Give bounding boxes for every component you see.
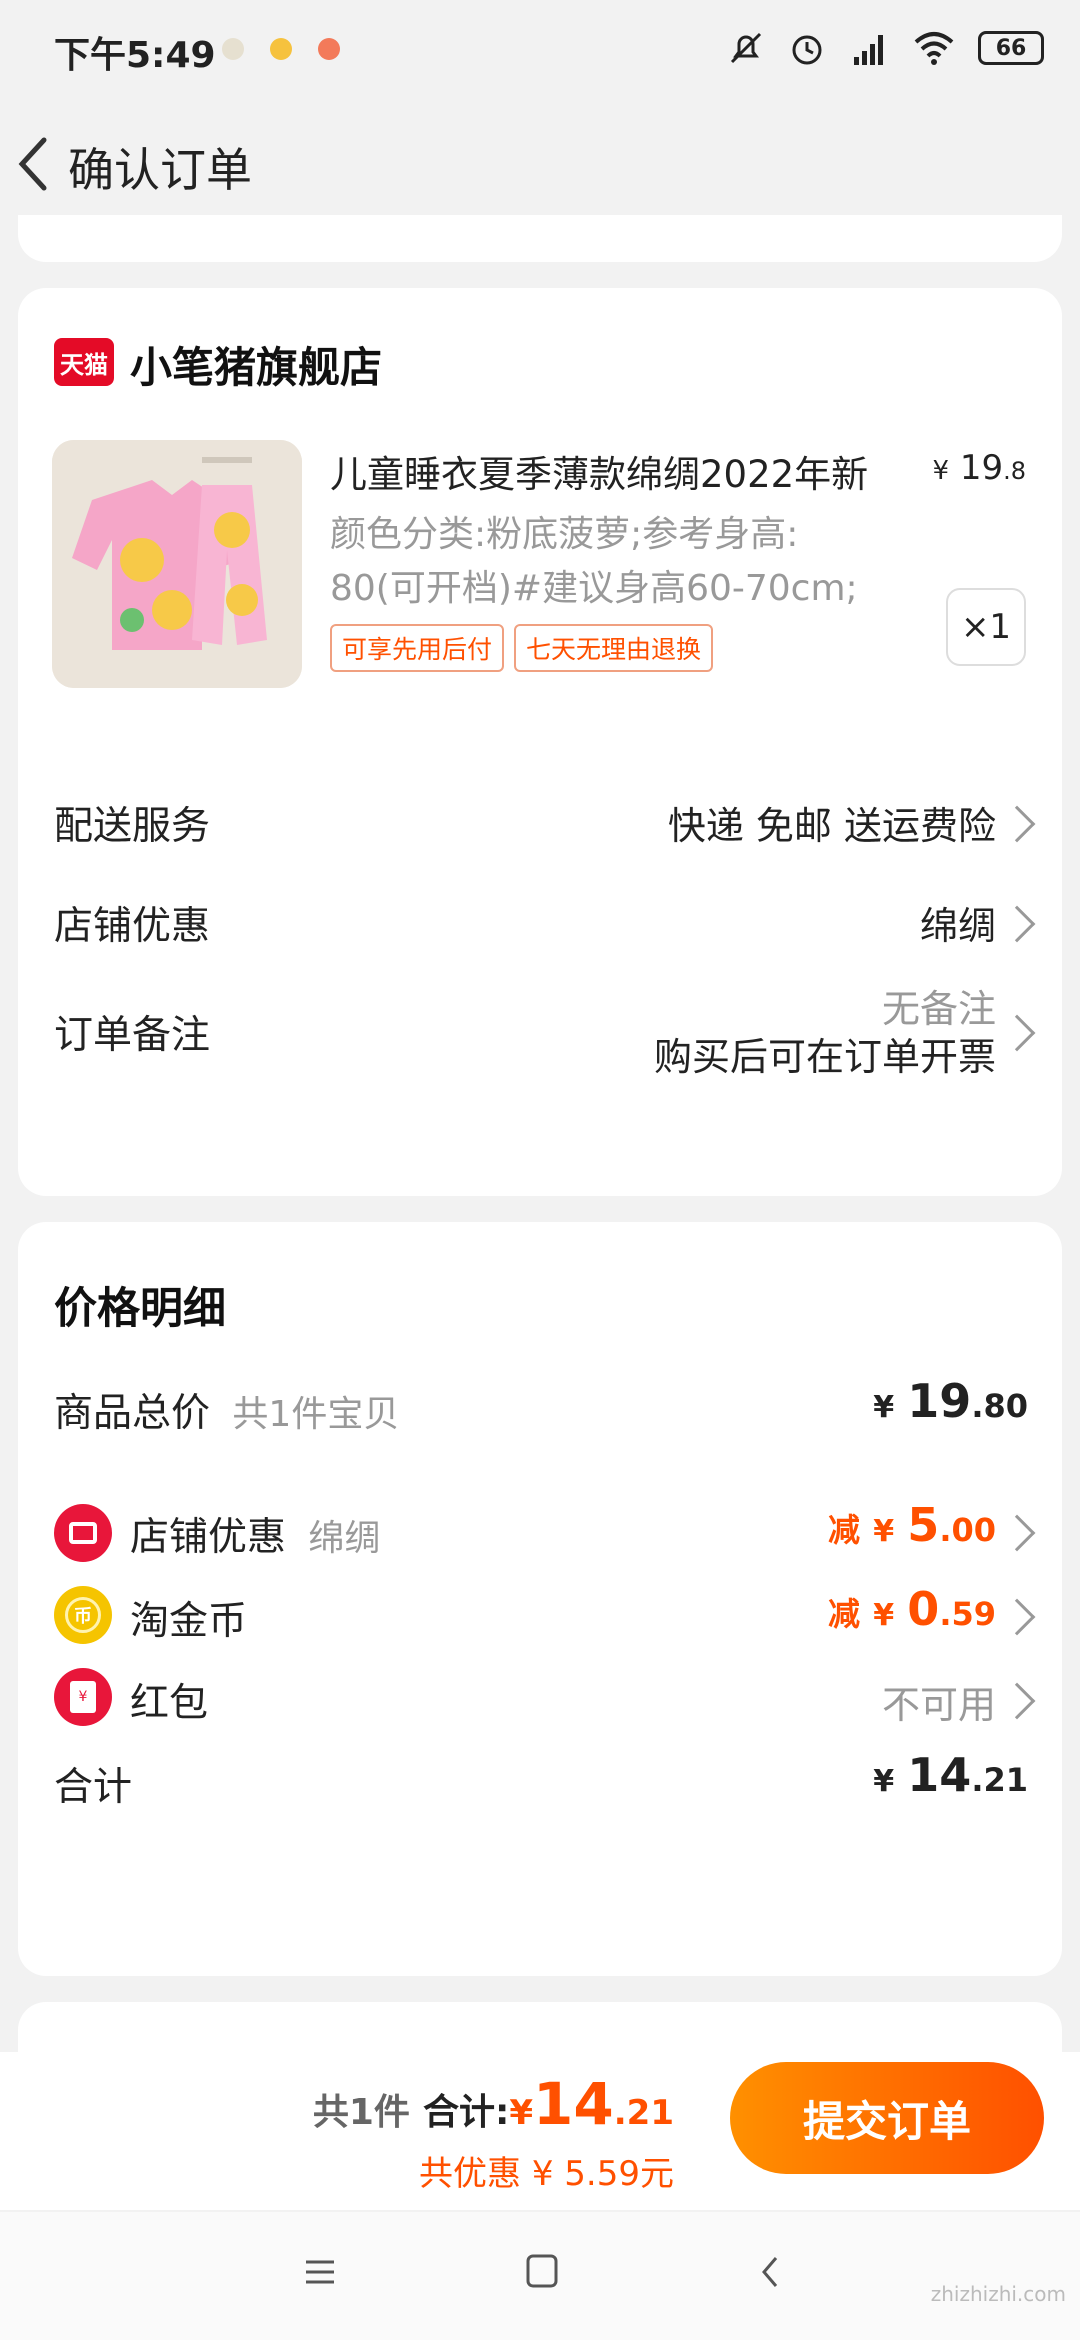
product-name[interactable]: 儿童睡衣夏季薄款绵绸2022年新 bbox=[330, 444, 920, 498]
product-price: ¥ 19.8 bbox=[932, 448, 1026, 488]
wifi-icon bbox=[914, 32, 954, 65]
tag-7day-return: 七天无理由退换 bbox=[514, 624, 714, 672]
notification-icon bbox=[318, 38, 340, 60]
shop-discount-row-label: 店铺优惠 绵绸 bbox=[130, 1506, 380, 1562]
submit-order-button[interactable]: 提交订单 bbox=[730, 2062, 1044, 2174]
currency: ¥ bbox=[873, 1514, 895, 1549]
amount-dec: .00 bbox=[939, 1511, 996, 1549]
price-currency: ¥ bbox=[932, 456, 950, 486]
price-int: 19 bbox=[959, 448, 1004, 488]
shop-discount-value[interactable]: 绵绸 bbox=[920, 895, 996, 950]
currency: ¥ bbox=[873, 1598, 895, 1633]
total-saved: 共优惠 ¥ 5.59元 bbox=[419, 2154, 674, 2194]
chevron-right-icon[interactable] bbox=[998, 1682, 1036, 1720]
previous-card-edge bbox=[18, 215, 1062, 262]
amount-int: 19 bbox=[907, 1374, 972, 1428]
status-bar: 下午5:49 66 bbox=[0, 0, 1080, 96]
tmall-badge: 天猫 bbox=[54, 338, 114, 386]
watermark: zhizhizhi.com bbox=[930, 2282, 1066, 2306]
goods-total-amount: ¥ 19.80 bbox=[873, 1374, 1028, 1428]
delivery-label: 配送服务 bbox=[54, 804, 211, 849]
goods-count: 共1件宝贝 bbox=[232, 1394, 400, 1435]
invoice-note[interactable]: 购买后可在订单开票 bbox=[654, 1026, 996, 1081]
tag-pay-later: 可享先用后付 bbox=[330, 624, 505, 672]
taojinbi-coin-icon: 币 bbox=[54, 1586, 112, 1644]
system-icons: 66 bbox=[726, 28, 1044, 68]
page-title: 确认订单 bbox=[68, 143, 252, 197]
currency: ¥ bbox=[873, 1764, 895, 1799]
system-nav-bar: zhizhizhi.com bbox=[0, 2212, 1080, 2340]
amount-dec: .21 bbox=[971, 1761, 1028, 1799]
price-detail-title: 价格明细 bbox=[54, 1284, 226, 1334]
shop-discount-text: 店铺优惠 bbox=[130, 1515, 287, 1560]
price-detail-card: 价格明细 商品总价 共1件宝贝 ¥ 19.80 店铺优惠 绵绸 减 ¥ 5.00… bbox=[18, 1222, 1062, 1976]
goods-total-label: 商品总价 共1件宝贝 bbox=[54, 1382, 399, 1438]
shop-coupon-icon bbox=[54, 1504, 112, 1562]
page-header: 确认订单 bbox=[0, 100, 1080, 230]
shop-discount-sub: 绵绸 bbox=[308, 1518, 381, 1559]
goods-total-text: 商品总价 bbox=[54, 1391, 211, 1436]
menu-icon[interactable] bbox=[302, 2254, 338, 2290]
delivery-value[interactable]: 快递 免邮 送运费险 bbox=[668, 795, 996, 850]
store-name[interactable]: 小笔猪旗舰店 bbox=[130, 334, 382, 395]
notification-icons bbox=[222, 38, 340, 60]
red-envelope-value[interactable]: 不可用 bbox=[882, 1674, 996, 1729]
amount-dec: .59 bbox=[939, 1595, 996, 1633]
back-chevron-icon[interactable] bbox=[12, 132, 56, 196]
status-time: 下午5:49 bbox=[54, 35, 216, 76]
notification-icon bbox=[222, 38, 244, 60]
shop-discount-label: 店铺优惠 bbox=[54, 904, 211, 949]
item-count: 共1件 bbox=[312, 2092, 410, 2133]
total-int: 14 bbox=[533, 2070, 614, 2138]
chevron-right-icon[interactable] bbox=[998, 1514, 1036, 1552]
sum-label: 合计 bbox=[54, 1765, 133, 1810]
product-image[interactable] bbox=[52, 440, 302, 688]
amount-dec: .80 bbox=[971, 1387, 1028, 1425]
amount-int: 14 bbox=[907, 1748, 972, 1802]
taojinbi-label: 淘金币 bbox=[130, 1599, 248, 1644]
amount-int: 0 bbox=[907, 1582, 940, 1636]
red-envelope-label: 红包 bbox=[130, 1681, 209, 1726]
minus-prefix: 减 bbox=[827, 1595, 860, 1633]
quantity-button[interactable]: ×1 bbox=[946, 588, 1026, 666]
amount-int: 5 bbox=[907, 1498, 940, 1552]
product-photo bbox=[52, 440, 302, 688]
chevron-right-icon[interactable] bbox=[998, 1598, 1036, 1636]
spec-line-1: 颜色分类:粉底菠萝;参考身高: bbox=[330, 514, 799, 555]
chevron-right-icon[interactable] bbox=[998, 1014, 1036, 1052]
signal-icon bbox=[854, 35, 883, 65]
currency: ¥ bbox=[509, 2093, 534, 2133]
order-remark-value[interactable]: 无备注 bbox=[882, 978, 996, 1033]
mute-icon bbox=[730, 32, 762, 64]
chevron-right-icon[interactable] bbox=[998, 805, 1036, 843]
chevron-right-icon[interactable] bbox=[998, 905, 1036, 943]
total-dec: .21 bbox=[613, 2093, 674, 2133]
product-spec: 颜色分类:粉底菠萝;参考身高: 80(可开档)#建议身高60-70cm; bbox=[330, 508, 950, 616]
store-card: 天猫 小笔猪旗舰店 儿童睡衣夏季薄款绵绸2022年新 ¥ 19.8 颜色分类:粉… bbox=[18, 288, 1062, 1196]
alarm-icon bbox=[792, 35, 822, 65]
nav-back-icon[interactable] bbox=[756, 2252, 784, 2292]
checkout-total: 共1件 合计:¥14.21 bbox=[313, 2070, 674, 2138]
product-tags: 可享先用后付 七天无理由退换 bbox=[330, 624, 714, 672]
taojinbi-amount[interactable]: 减 ¥ 0.59 bbox=[828, 1582, 996, 1636]
minus-prefix: 减 bbox=[827, 1511, 860, 1549]
shop-discount-amount[interactable]: 减 ¥ 5.00 bbox=[828, 1498, 996, 1552]
sum-amount: ¥ 14.21 bbox=[873, 1748, 1028, 1802]
spec-line-2: 80(可开档)#建议身高60-70cm; bbox=[330, 568, 858, 609]
red-envelope-icon: ¥ bbox=[54, 1668, 112, 1726]
total-label: 合计: bbox=[422, 2092, 510, 2133]
notification-icon bbox=[270, 38, 292, 60]
currency: ¥ bbox=[873, 1390, 895, 1425]
battery-indicator: 66 bbox=[978, 31, 1044, 65]
price-dec: .8 bbox=[1003, 457, 1026, 485]
order-remark-label: 订单备注 bbox=[54, 1013, 211, 1058]
home-icon[interactable] bbox=[524, 2252, 560, 2290]
